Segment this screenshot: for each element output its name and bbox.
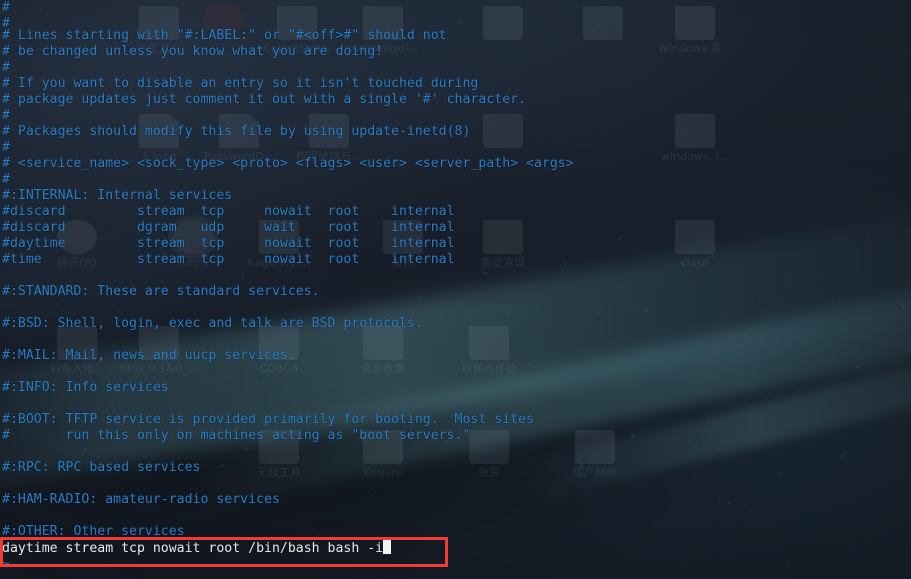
editor-line: # run this only on machines acting as "b… [2,428,471,443]
editor-line: # [2,140,10,155]
editor-line: #:STANDARD: These are standard services. [2,284,320,299]
editor-line: #discard stream tcp nowait root internal [2,204,455,219]
editor-line: # [2,108,10,123]
editor-line: # package updates just comment it out wi… [2,92,527,107]
editor-empty-line-marker: ~ [2,556,10,571]
editor-line: #:INFO: Info services [2,380,169,395]
editor-active-line-text: daytime stream tcp nowait root /bin/bash… [2,541,384,556]
terminal-text-buffer[interactable]: # # # Lines starting with "#:LABEL:" or "#… [0,0,911,579]
editor-line: # [2,0,10,15]
editor-line: #:RPC: RPC based services [2,460,201,475]
desktop-screen: 工具 CobaltStrike evilLimiter-... Windows 系..… [0,0,911,579]
editor-line: #:MAIL: Mail, news and uucp services. [2,348,296,363]
editor-line: #:BOOT: TFTP service is provided primari… [2,412,534,427]
editor-line: # If you want to disable an entry so it … [2,76,479,91]
editor-line: # [2,172,10,187]
editor-line: #:HAM-RADIO: amateur-radio services [2,492,280,507]
editor-line: # <service_name> <sock_type> <proto> <fl… [2,156,574,171]
editor-line: # Packages should modify this file by us… [2,124,471,139]
editor-active-line[interactable]: daytime stream tcp nowait root /bin/bash… [2,540,392,556]
editor-line: #:OTHER: Other services [2,524,185,539]
editor-line: #:BSD: Shell, login, exec and talk are B… [2,316,423,331]
editor-line: # [2,60,10,75]
editor-line: # be changed unless you know what you ar… [2,44,384,59]
editor-line: #:INTERNAL: Internal services [2,188,233,203]
editor-line: # Lines starting with "#:LABEL:" or "#<o… [2,28,447,43]
text-cursor [383,540,392,554]
editor-line: #discard dgram udp wait root internal [2,220,455,235]
editor-line: #time stream tcp nowait root internal [2,252,455,267]
editor-line: #daytime stream tcp nowait root internal [2,236,455,251]
